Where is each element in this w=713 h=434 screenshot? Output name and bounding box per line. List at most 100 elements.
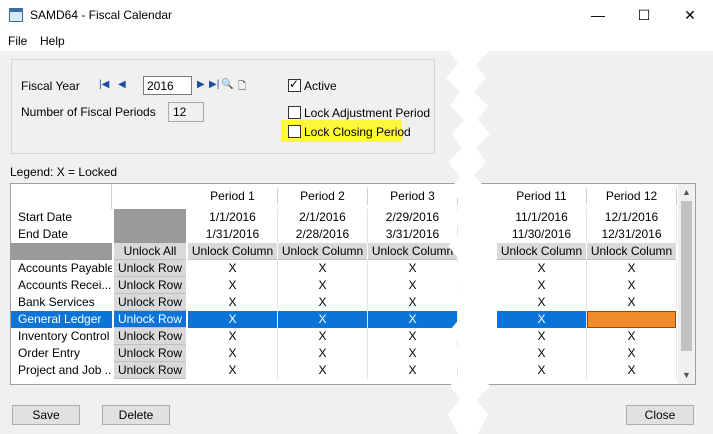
lock-cell[interactable]: X (278, 294, 368, 311)
module-label: Bank Services (18, 295, 95, 309)
active-label: Active (304, 79, 337, 93)
unlock-row-button[interactable]: Unlock Row (114, 345, 186, 362)
unlock-row-button[interactable]: Unlock Row (114, 277, 186, 294)
lock-cell[interactable]: X (587, 294, 677, 311)
lock-cell[interactable]: X (497, 328, 587, 345)
end-date-blank (114, 226, 186, 243)
scroll-up-icon[interactable]: ▲ (678, 184, 695, 201)
torn-edge-divider (446, 0, 490, 434)
unlock-column-button[interactable]: Unlock Column (188, 243, 277, 260)
lock-cell[interactable]: X (188, 294, 278, 311)
maximize-button[interactable]: ☐ (621, 0, 667, 31)
end-date-cell: 11/30/2016 (497, 226, 587, 243)
document-icon[interactable]: 🗋 (238, 79, 246, 96)
header-panel: Fiscal Year |◀ ◀ 2016 ▶ ▶| 🔍 🗋 Number of… (11, 59, 435, 154)
unlock-row-button[interactable]: Unlock Row (114, 362, 186, 379)
previous-record-icon[interactable]: ◀ (118, 79, 126, 90)
legend-text: Legend: X = Locked (10, 165, 118, 179)
lock-cell[interactable]: X (188, 345, 278, 362)
lock-cell[interactable]: X (497, 277, 587, 294)
num-periods-label: Number of Fiscal Periods (21, 105, 156, 119)
menu-file[interactable]: File (8, 34, 27, 48)
client-area: Fiscal Year |◀ ◀ 2016 ▶ ▶| 🔍 🗋 Number of… (0, 51, 713, 434)
scroll-thumb[interactable] (681, 201, 692, 351)
unlock-all-button[interactable]: Unlock All (114, 243, 186, 260)
close-button[interactable]: Close (626, 405, 694, 425)
lock-cell[interactable]: X (587, 328, 677, 345)
period-header: Period 1 (188, 188, 278, 205)
fiscal-year-input[interactable]: 2016 (143, 76, 192, 95)
module-label: Accounts Payable (18, 261, 112, 275)
lock-cell[interactable]: X (188, 328, 278, 345)
num-periods-field: 12 (168, 102, 204, 122)
lock-cell[interactable]: X (188, 362, 278, 379)
lock-closing-label: Lock Closing Period (304, 125, 411, 139)
lock-cell[interactable]: X (497, 294, 587, 311)
lock-cell[interactable]: X (278, 362, 368, 379)
start-date-cell: 12/1/2016 (587, 209, 677, 226)
unlock-column-button[interactable]: Unlock Column (278, 243, 367, 260)
delete-button[interactable]: Delete (102, 405, 170, 425)
module-label-selected: General Ledger (11, 311, 112, 328)
lock-cell-current[interactable] (587, 311, 676, 328)
lock-cell[interactable]: X (587, 277, 677, 294)
start-date-label: Start Date (18, 210, 73, 224)
last-record-icon[interactable]: ▶| (209, 79, 219, 90)
module-label: Order Entry (18, 346, 81, 360)
vertical-scrollbar[interactable]: ▲ ▼ (678, 184, 695, 384)
lock-closing-checkbox[interactable] (288, 125, 301, 138)
period-header: Period 12 (587, 188, 677, 205)
lock-cell[interactable]: X (278, 345, 368, 362)
start-date-cell: 1/1/2016 (188, 209, 278, 226)
next-record-icon[interactable]: ▶ (197, 79, 205, 90)
lock-cell[interactable]: X (587, 260, 677, 277)
start-date-cell: 11/1/2016 (497, 209, 587, 226)
lock-cell[interactable]: X (497, 311, 587, 328)
lock-cell[interactable]: X (497, 362, 587, 379)
window-title: SAMD64 - Fiscal Calendar (30, 8, 173, 22)
menu-bar: File Help (0, 31, 713, 51)
grid-corner (11, 184, 112, 209)
save-button[interactable]: Save (12, 405, 80, 425)
unlock-row-button[interactable]: Unlock Row (114, 328, 186, 345)
lock-cell[interactable]: X (278, 311, 368, 328)
end-date-cell: 2/28/2016 (278, 226, 368, 243)
lock-adjustment-checkbox[interactable] (288, 106, 301, 119)
lock-cell[interactable]: X (278, 277, 368, 294)
end-date-cell: 1/31/2016 (188, 226, 278, 243)
unlock-column-button[interactable]: Unlock Column (497, 243, 586, 260)
lock-cell[interactable]: X (587, 362, 677, 379)
lock-cell[interactable]: X (497, 260, 587, 277)
start-date-blank (114, 209, 186, 226)
active-checkbox[interactable] (288, 77, 301, 92)
scroll-down-icon[interactable]: ▼ (678, 367, 695, 384)
first-record-icon[interactable]: |◀ (99, 79, 109, 90)
module-label: Project and Job ... (18, 363, 112, 377)
end-date-label: End Date (18, 227, 69, 241)
period-header: Period 2 (278, 188, 368, 205)
lock-cell[interactable]: X (278, 260, 368, 277)
menu-help[interactable]: Help (40, 34, 65, 48)
lock-cell[interactable]: X (188, 260, 278, 277)
module-label: Accounts Recei... (18, 278, 112, 292)
title-bar: SAMD64 - Fiscal Calendar — ☐ ✕ (0, 0, 713, 31)
lookup-search-icon[interactable]: 🔍 (221, 79, 233, 90)
calendar-app-icon (9, 8, 23, 22)
minimize-button[interactable]: — (575, 0, 621, 31)
unlock-row-button[interactable]: Unlock Row (114, 294, 186, 311)
lock-cell[interactable]: X (587, 345, 677, 362)
lock-grid: Period 1 Period 2 Period 3 Period 11 Per… (10, 183, 696, 385)
lock-cell[interactable]: X (188, 277, 278, 294)
lock-adjustment-label: Lock Adjustment Period (304, 106, 431, 120)
unlock-column-button[interactable]: Unlock Column (587, 243, 676, 260)
fiscal-year-label: Fiscal Year (21, 79, 80, 93)
lock-cell[interactable]: X (497, 345, 587, 362)
unlock-row-corner (11, 243, 112, 260)
unlock-row-button[interactable]: Unlock Row (114, 311, 186, 328)
period-header: Period 11 (497, 188, 587, 205)
lock-cell[interactable]: X (278, 328, 368, 345)
close-window-button[interactable]: ✕ (667, 0, 713, 31)
unlock-row-button[interactable]: Unlock Row (114, 260, 186, 277)
lock-cell[interactable]: X (188, 311, 278, 328)
end-date-cell: 12/31/2016 (587, 226, 677, 243)
